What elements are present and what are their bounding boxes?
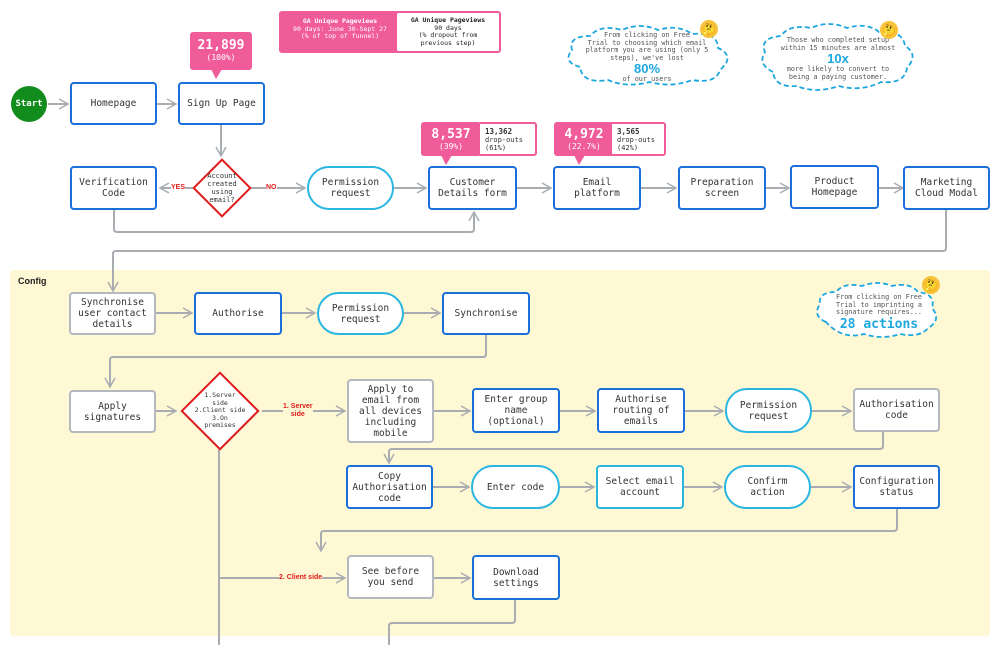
thinking-face-icon: 🤔: [880, 21, 898, 39]
node-signup-page[interactable]: Sign Up Page: [178, 82, 265, 125]
edge-verification-customer: [113, 210, 480, 233]
node-copy-authorisation-code[interactable]: Copy Authorisation code: [346, 465, 433, 509]
legend-funnel: GA Unique Pageviews 90 days: June 30-Sep…: [279, 11, 401, 53]
stat-email-value: 4,972: [564, 127, 604, 142]
node-homepage[interactable]: Homepage: [70, 82, 157, 125]
node-customer-details-form[interactable]: Customer Details form: [428, 166, 517, 210]
callout-setup-speed: Those who completed setup within 15 minu…: [755, 21, 920, 92]
stat-email-dropout-label: drop-outs: [617, 136, 655, 144]
legend-dropout: GA Unique Pageviews 90 days (% dropout f…: [395, 11, 501, 53]
edge-label-yes: YES: [171, 184, 186, 192]
node-apply-all-devices[interactable]: Apply to email from all devices includin…: [347, 379, 434, 443]
node-enter-group-name[interactable]: Enter group name (optional): [472, 388, 560, 433]
stat-customer-details: 8,537 (39%): [421, 122, 481, 165]
callout-lost-users: From clicking on Free Trial to choosing …: [560, 20, 740, 87]
node-configuration-status[interactable]: Configuration status: [853, 465, 940, 509]
callout-actions-value: 28 actions: [839, 316, 919, 332]
stat-customer-dropout-label: drop-outs: [485, 136, 523, 144]
callout-setup-speed-after: more likely to convert to being a paying…: [786, 65, 890, 81]
node-email-platform[interactable]: Email platform: [553, 166, 641, 210]
node-preparation-screen[interactable]: Preparation screen: [678, 166, 766, 210]
stat-customer-value: 8,537: [431, 127, 471, 142]
node-product-homepage[interactable]: Product Homepage: [790, 165, 879, 209]
node-select-email-account[interactable]: Select email account: [596, 465, 684, 509]
stat-customer-dropouts: 13,362 drop-outs (61%): [478, 122, 537, 156]
start-node[interactable]: Start: [11, 86, 47, 122]
callout-lost-users-after: of our users: [622, 75, 672, 84]
stat-email-percent: (22.7%): [567, 142, 601, 151]
stat-email-platform: 4,972 (22.7%): [554, 122, 614, 165]
callout-lost-users-text: From clicking on Free Trial to choosing …: [585, 31, 709, 62]
decision-install-type-text: 1.Server side 2.Client side 3.On premise…: [194, 391, 246, 430]
stat-email-dropout-count: 3,565: [617, 127, 640, 136]
stat-customer-dropout-count: 13,362: [485, 127, 513, 136]
flow-diagram: Config GA Unique Pageviews 90 days: June…: [0, 0, 1000, 645]
node-see-before-you-send[interactable]: See before you send: [347, 555, 434, 599]
callout-lost-users-value: 80%: [633, 61, 661, 77]
node-permission-request-2[interactable]: Permission request: [317, 292, 404, 335]
thinking-face-icon: 🤔: [922, 276, 940, 294]
edge-label-no: NO: [266, 184, 277, 192]
node-authorisation-code[interactable]: Authorisation code: [853, 388, 940, 432]
callout-setup-speed-text: Those who completed setup within 15 minu…: [780, 36, 896, 52]
stat-signup-percent: (100%): [206, 53, 236, 62]
node-marketing-cloud-modal[interactable]: Marketing Cloud Modal: [903, 166, 990, 210]
node-permission-request-3[interactable]: Permission request: [725, 388, 812, 433]
node-authorise-routing[interactable]: Authorise routing of emails: [597, 388, 685, 433]
decision-install-type[interactable]: 1.Server side 2.Client side 3.On premise…: [178, 371, 262, 451]
thinking-face-icon: 🤔: [700, 20, 718, 38]
node-synchronise-contacts[interactable]: Synchronise user contact details: [69, 292, 156, 335]
edge-label-client-side: 2. Client side: [279, 574, 323, 582]
node-authorise[interactable]: Authorise: [194, 292, 282, 335]
stat-customer-percent: (39%): [438, 142, 464, 151]
node-synchronise[interactable]: Synchronise: [442, 292, 530, 335]
legend-dropout-note: (% dropout from previous step): [418, 31, 478, 47]
node-apply-signatures[interactable]: Apply signatures: [69, 390, 156, 433]
edge-download-next: [388, 600, 516, 645]
decision-account-email[interactable]: Account created using email?: [192, 158, 252, 218]
node-verification-code[interactable]: Verification Code: [70, 166, 157, 210]
stat-signup: 21,899 (100%): [190, 32, 252, 79]
legend: GA Unique Pageviews 90 days: June 30-Sep…: [279, 11, 501, 53]
callout-setup-speed-value: 10x: [827, 51, 849, 67]
callout-actions: From clicking on Free Trial to imprintin…: [812, 276, 942, 340]
legend-funnel-note: (% of top of funnel): [300, 32, 380, 40]
decision-account-email-text: Account created using email?: [207, 172, 237, 204]
node-confirm-action[interactable]: Confirm action: [724, 465, 811, 509]
stat-signup-value: 21,899: [197, 38, 245, 53]
stat-email-dropout-percent: (42%): [617, 144, 639, 152]
callout-actions-text: From clicking on Free Trial to imprintin…: [836, 293, 922, 317]
edge-authcode-copy: [383, 432, 884, 465]
node-download-settings[interactable]: Download settings: [472, 555, 560, 600]
node-permission-request-1[interactable]: Permission request: [307, 166, 394, 210]
edge-label-server-side: 1. Server side: [283, 403, 313, 419]
edge-status-seebefore: [315, 509, 898, 553]
node-enter-code[interactable]: Enter code: [471, 465, 560, 509]
stat-email-dropouts: 3,565 drop-outs (42%): [610, 122, 666, 156]
edge-marketing-sync: [107, 210, 947, 293]
stat-customer-dropout-percent: (61%): [485, 144, 507, 152]
